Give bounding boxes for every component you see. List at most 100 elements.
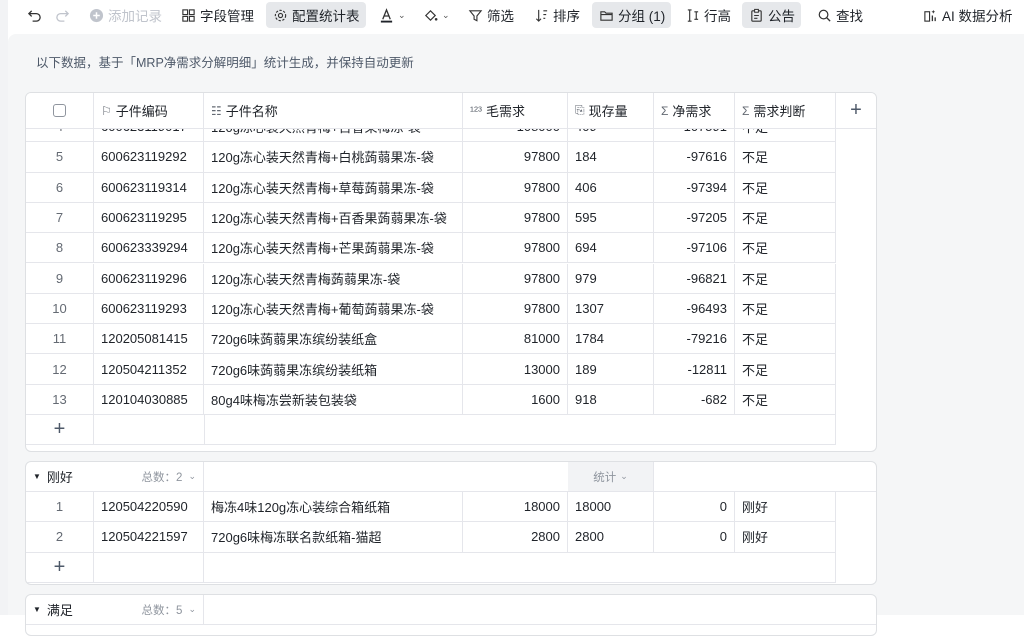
table-cell-judge[interactable]: 刚好 <box>735 522 836 553</box>
table-cell-gross[interactable]: 97800 <box>463 172 568 203</box>
group-button[interactable]: 分组 (1) <box>592 2 672 28</box>
redo-button[interactable] <box>54 2 70 28</box>
table-cell-net[interactable]: -96821 <box>654 263 735 294</box>
table-cell-name[interactable]: 720g6味蒟蒻果冻缤纷装纸盒 <box>204 324 463 355</box>
stat-label: 统计 <box>593 471 617 484</box>
table-cell-gross[interactable]: 81000 <box>463 324 568 355</box>
undo-button[interactable] <box>26 2 42 28</box>
table-cell-code[interactable]: 120504220590 <box>94 492 204 523</box>
table-cell-stock[interactable]: 18000 <box>568 492 654 523</box>
table-cell-judge[interactable]: 不足 <box>735 202 836 234</box>
group-count[interactable]: 总数：2 <box>142 469 183 485</box>
table-cell-gross[interactable]: 97800 <box>463 263 568 294</box>
table-cell-gross[interactable]: 18000 <box>463 492 568 523</box>
table-cell-net[interactable]: -97616 <box>654 142 735 173</box>
table-cell-idx: 2 <box>26 522 94 553</box>
table-cell-name[interactable]: 120g冻心装天然青梅+白桃蒟蒻果冻-袋 <box>204 142 463 173</box>
column-header-gross[interactable]: ¹²³ 毛需求 <box>463 93 568 129</box>
field-manage-button[interactable]: 字段管理 <box>180 2 254 28</box>
table-cell-judge[interactable]: 不足 <box>735 384 836 415</box>
group-count[interactable]: 总数：5 <box>142 602 183 618</box>
table-cell-gross[interactable]: 97800 <box>463 142 568 173</box>
table-cell-name[interactable]: 120g冻心装天然青梅+百香果蒟蒻果冻-袋 <box>204 202 463 234</box>
table-cell-net[interactable]: -97106 <box>654 233 735 264</box>
table-cell-net[interactable]: 0 <box>654 522 735 553</box>
table-cell-judge[interactable]: 不足 <box>735 324 836 355</box>
table-cell-net[interactable]: -12811 <box>654 354 735 385</box>
table-cell-stock[interactable]: 2800 <box>568 522 654 553</box>
table-cell-stock[interactable]: 406 <box>568 172 654 203</box>
table-cell-code[interactable]: 600623119292 <box>94 142 204 173</box>
column-header-code[interactable]: ⚐ 子件编码 <box>94 93 204 129</box>
search-button[interactable]: 查找 <box>816 2 863 28</box>
column-header-name[interactable]: ☷ 子件名称 <box>204 93 463 129</box>
column-header-net[interactable]: Σ 净需求 <box>654 93 735 129</box>
table-cell-net[interactable]: -79216 <box>654 324 735 355</box>
group-header[interactable]: ▼ 刚好 总数：2 ⌄ <box>26 462 204 492</box>
table-cell-code[interactable]: 600623119293 <box>94 293 204 325</box>
table-cell-gross[interactable]: 97800 <box>463 293 568 325</box>
table-cell-stock[interactable]: 184 <box>568 142 654 173</box>
table-cell-net[interactable]: -96493 <box>654 293 735 325</box>
add-row-button[interactable]: + <box>26 415 94 445</box>
table-cell-net[interactable]: 0 <box>654 492 735 523</box>
add-column-button[interactable]: + <box>836 93 876 129</box>
table-cell-stock[interactable]: 1307 <box>568 293 654 325</box>
announcement-button[interactable]: 公告 <box>742 2 801 28</box>
select-all-header[interactable] <box>26 93 94 129</box>
table-cell-code[interactable]: 120205081415 <box>94 324 204 355</box>
table-cell-judge[interactable]: 不足 <box>735 354 836 385</box>
table-cell-judge[interactable]: 不足 <box>735 142 836 173</box>
table-cell-net[interactable]: -682 <box>654 384 735 415</box>
table-cell-name[interactable]: 720g6味梅冻联名款纸箱-猫超 <box>204 522 463 553</box>
sort-button[interactable]: 排序 <box>533 2 580 28</box>
table-cell-name[interactable]: 梅冻4味120g冻心装综合箱纸箱 <box>204 492 463 523</box>
add-record-button[interactable]: 添加记录 <box>88 2 162 28</box>
filter-button[interactable]: 筛选 <box>467 2 514 28</box>
stat-config-button[interactable]: 配置统计表 <box>266 2 366 28</box>
group-header[interactable]: ▼ 满足 总数：5 ⌄ <box>26 595 204 625</box>
table-cell-judge[interactable]: 刚好 <box>735 492 836 523</box>
collapse-triangle-icon[interactable]: ▼ <box>33 605 41 614</box>
table-cell-gross[interactable]: 97800 <box>463 233 568 264</box>
table-cell-code[interactable]: 600623339294 <box>94 233 204 264</box>
table-cell-stock[interactable]: 694 <box>568 233 654 264</box>
table-cell-judge[interactable]: 不足 <box>735 263 836 294</box>
add-row-button[interactable]: + <box>26 552 94 583</box>
fill-color-button[interactable]: ⌄ <box>422 2 450 28</box>
table-cell-stock[interactable]: 918 <box>568 384 654 415</box>
row-height-button[interactable]: 行高 <box>684 2 731 28</box>
table-cell-code[interactable]: 120504211352 <box>94 354 204 385</box>
stat-dropdown[interactable]: 统计 ⌄ <box>568 462 654 492</box>
table-cell-gross[interactable]: 1600 <box>463 384 568 415</box>
table-cell-net[interactable]: -97205 <box>654 202 735 234</box>
table-cell-judge[interactable]: 不足 <box>735 172 836 203</box>
table-cell-stock[interactable]: 595 <box>568 202 654 234</box>
table-cell-code[interactable]: 120104030885 <box>94 384 204 415</box>
column-header-stock[interactable]: ⎘ 现存量 <box>568 93 654 129</box>
table-cell-code[interactable]: 600623119314 <box>94 172 204 203</box>
table-cell-name[interactable]: 120g冻心装天然青梅+草莓蒟蒻果冻-袋 <box>204 172 463 203</box>
table-cell-stock[interactable]: 979 <box>568 263 654 294</box>
table-cell-code[interactable]: 600623119296 <box>94 263 204 294</box>
table-cell-code[interactable]: 120504221597 <box>94 522 204 553</box>
column-header-judge[interactable]: Σ 需求判断 <box>735 93 836 129</box>
collapse-triangle-icon[interactable]: ▼ <box>33 472 41 481</box>
table-cell-name[interactable]: 720g6味蒟蒻果冻缤纷装纸箱 <box>204 354 463 385</box>
table-cell-stock[interactable]: 189 <box>568 354 654 385</box>
table-cell-net[interactable]: -97394 <box>654 172 735 203</box>
table-cell-gross[interactable]: 2800 <box>463 522 568 553</box>
table-cell-stock[interactable]: 1784 <box>568 324 654 355</box>
select-all-checkbox[interactable] <box>53 104 66 117</box>
text-color-button[interactable]: ⌄ <box>378 2 406 28</box>
table-cell-gross[interactable]: 13000 <box>463 354 568 385</box>
table-cell-name[interactable]: 120g冻心装天然青梅+葡萄蒟蒻果冻-袋 <box>204 293 463 325</box>
table-cell-code[interactable]: 600623119295 <box>94 202 204 234</box>
ai-analysis-button[interactable]: AI 数据分析 <box>922 2 1013 28</box>
table-cell-name[interactable]: 120g冻心装天然青梅+芒果蒟蒻果冻-袋 <box>204 233 463 264</box>
table-cell-name[interactable]: 80g4味梅冻尝新装包装袋 <box>204 384 463 415</box>
table-cell-gross[interactable]: 97800 <box>463 202 568 234</box>
table-cell-judge[interactable]: 不足 <box>735 293 836 325</box>
table-cell-judge[interactable]: 不足 <box>735 233 836 264</box>
table-cell-name[interactable]: 120g冻心装天然青梅蒟蒻果冻-袋 <box>204 263 463 294</box>
